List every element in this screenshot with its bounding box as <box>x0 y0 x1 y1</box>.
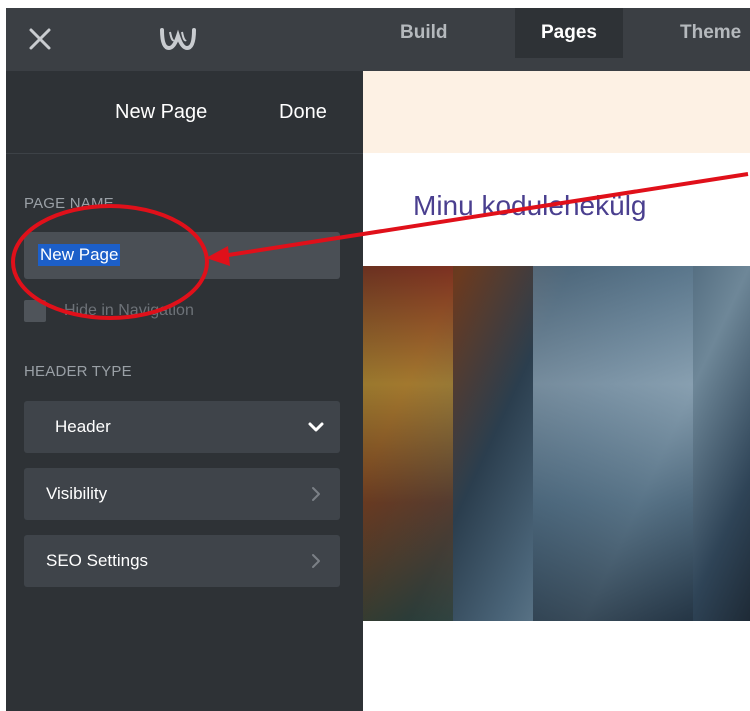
hero-image-detail <box>533 266 693 621</box>
page-name-value[interactable]: New Page <box>38 244 121 266</box>
header-type-value: Header <box>55 417 111 436</box>
tab-theme[interactable]: Theme <box>662 8 750 58</box>
hero-image[interactable] <box>363 266 750 621</box>
chevron-right-icon <box>312 487 320 501</box>
sidebar-title: New Page <box>115 101 208 123</box>
hide-in-navigation-label: Hide in Navigation <box>64 302 194 319</box>
hero-image-detail <box>363 266 453 621</box>
header-type-select[interactable]: Header <box>24 401 340 453</box>
seo-settings-label: SEO Settings <box>46 551 149 570</box>
visibility-row[interactable]: Visibility <box>24 468 340 520</box>
page-settings-sidebar: New Page Done PAGE NAME New Page Hide in… <box>6 71 363 711</box>
tab-pages[interactable]: Pages <box>515 8 623 58</box>
page-name-input[interactable]: New Page <box>24 232 340 279</box>
close-icon[interactable] <box>26 25 54 53</box>
weebly-logo-icon <box>160 28 196 51</box>
tab-build[interactable]: Build <box>382 8 466 58</box>
hide-in-navigation-checkbox[interactable] <box>24 300 46 322</box>
visibility-label: Visibility <box>46 484 108 503</box>
top-bar: Build Pages Theme <box>6 8 750 71</box>
header-type-label: HEADER TYPE <box>24 363 132 380</box>
chevron-right-icon <box>312 554 320 568</box>
site-title[interactable]: Minu kodulehekülg <box>413 190 647 222</box>
seo-settings-row[interactable]: SEO Settings <box>24 535 340 587</box>
sidebar-header: New Page Done <box>6 71 363 154</box>
notice-banner <box>363 71 750 153</box>
chevron-down-icon <box>308 422 324 432</box>
page-name-label: PAGE NAME <box>24 195 114 212</box>
done-button[interactable]: Done <box>279 101 327 124</box>
